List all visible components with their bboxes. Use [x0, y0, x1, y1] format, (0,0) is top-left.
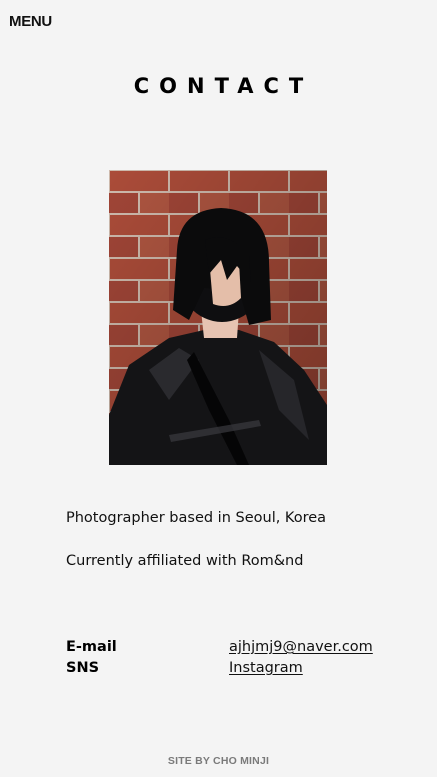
instagram-link[interactable]: Instagram [229, 660, 303, 676]
bio-line-affiliation: Currently affiliated with Rom&nd [66, 553, 304, 569]
menu-button[interactable]: MENU [9, 13, 52, 30]
page-title: CONTACT [133, 74, 314, 98]
email-link[interactable]: ajhjmj9@naver.com [229, 639, 373, 655]
site-credit: SITE BY CHO MINJI [167, 755, 270, 767]
bio-line-location: Photographer based in Seoul, Korea [66, 510, 327, 526]
email-label: E-mail [66, 639, 117, 655]
sns-label: SNS [66, 660, 100, 676]
profile-photo [109, 170, 327, 465]
